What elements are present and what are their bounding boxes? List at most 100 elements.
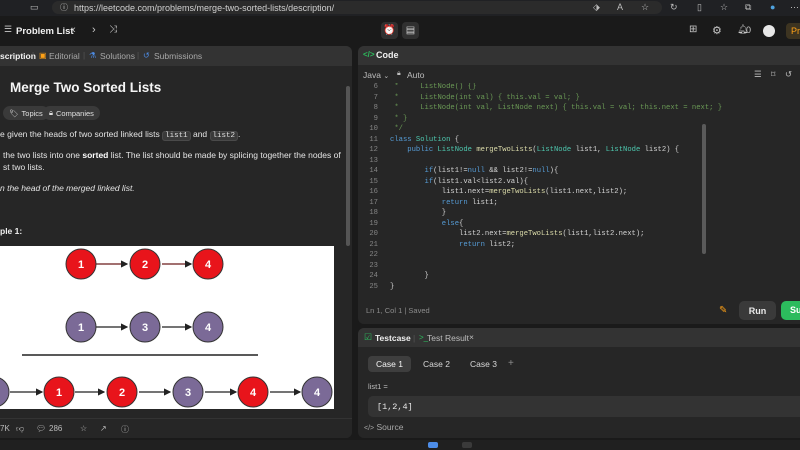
- code-line[interactable]: 7 * ListNode(int val) { this.val = val; …: [358, 94, 798, 105]
- code-line[interactable]: 11 class Solution {: [358, 136, 798, 147]
- description-scrollbar[interactable]: [346, 86, 350, 246]
- line-number: 15: [369, 177, 378, 186]
- code-line[interactable]: 15 if(list1.val<list2.val){: [358, 178, 798, 189]
- thumbs-down-icon[interactable]: 👎︎: [16, 424, 24, 434]
- avatar[interactable]: [763, 25, 775, 37]
- code-line[interactable]: 23: [358, 262, 798, 273]
- tab-icon[interactable]: ▭: [30, 2, 39, 13]
- next-problem-icon[interactable]: ›: [92, 24, 96, 36]
- line-number: 9: [373, 114, 378, 123]
- code-icon: </>: [363, 50, 375, 59]
- taskbar-app-icon[interactable]: [428, 442, 438, 448]
- tab-testcase[interactable]: Testcase: [375, 333, 411, 343]
- text-size-icon[interactable]: A: [617, 2, 623, 12]
- reset-icon[interactable]: ↺: [785, 69, 792, 80]
- add-case-button[interactable]: +: [508, 358, 514, 369]
- node-1-row3: 1: [43, 376, 75, 408]
- mode-label[interactable]: Auto: [407, 70, 425, 80]
- copilot-icon[interactable]: ●: [770, 2, 775, 12]
- comments-count[interactable]: 286: [49, 424, 62, 433]
- description-line-2: the two lists into one sorted list. The …: [3, 150, 341, 160]
- code-lines[interactable]: 6 * ListNode() {} 7 * ListNode(int val) {…: [358, 83, 798, 305]
- info-icon[interactable]: ⓘ: [60, 2, 68, 13]
- taskbar-app-icon[interactable]: [462, 442, 472, 448]
- read-aloud-icon[interactable]: ⬗: [593, 2, 600, 13]
- description-panel: scription | ▣ Editorial | ⚗ Solutions | …: [0, 46, 352, 438]
- companies-chip[interactable]: 🔒︎ Companies: [43, 106, 100, 120]
- language-select[interactable]: Java ⌄: [363, 70, 389, 80]
- code-line[interactable]: 9 * }: [358, 115, 798, 126]
- help-icon[interactable]: ⓘ: [121, 424, 129, 435]
- collections-icon[interactable]: ⧉: [745, 2, 751, 13]
- line-number: 19: [369, 219, 378, 228]
- topics-chip[interactable]: 🏷︎ Topics: [3, 106, 49, 120]
- tab-description[interactable]: scription: [0, 51, 36, 61]
- premium-button[interactable]: Pr: [786, 23, 800, 39]
- source-toggle[interactable]: </> Source: [364, 422, 403, 432]
- code-line[interactable]: 16 list1.next=mergeTwoLists(list1.next,l…: [358, 188, 798, 199]
- bookmark-icon[interactable]: ⌑: [771, 69, 775, 80]
- line-content: if(list1!=null && list2!=null){: [424, 167, 559, 175]
- linked-list-diagram: 1 2 4 1 3 4 1 2 3 4 4: [0, 246, 334, 409]
- split-screen-icon[interactable]: ▯: [697, 2, 702, 13]
- node-2-row3: 2: [106, 376, 138, 408]
- notes-button[interactable]: ▤: [402, 22, 419, 39]
- svg-text:1: 1: [56, 387, 62, 399]
- submit-button[interactable]: Su: [781, 301, 800, 320]
- topics-label: Topics: [21, 108, 43, 118]
- refresh-icon[interactable]: ↻: [670, 2, 678, 13]
- settings-gear-icon[interactable]: ⚙: [712, 24, 722, 37]
- svg-text:1: 1: [78, 322, 84, 334]
- code-line[interactable]: 22: [358, 251, 798, 262]
- tab-solutions[interactable]: Solutions: [100, 51, 135, 61]
- code-line[interactable]: 8 * ListNode(int val, ListNode next) { t…: [358, 104, 798, 115]
- favorites-icon[interactable]: ☆: [720, 2, 728, 13]
- more-icon[interactable]: ⋯: [790, 2, 799, 13]
- code-line[interactable]: 6 * ListNode() {}: [358, 83, 798, 94]
- problem-list-label[interactable]: Problem List: [16, 26, 74, 37]
- tab-submissions[interactable]: Submissions: [154, 51, 202, 61]
- code-line[interactable]: 13: [358, 157, 798, 168]
- line-content: return list1;: [441, 198, 498, 207]
- comment-icon[interactable]: 💬︎: [36, 424, 46, 433]
- share-icon[interactable]: ↗: [100, 424, 107, 433]
- case-tab-3[interactable]: Case 3: [462, 356, 505, 372]
- timer-button[interactable]: ⏰: [381, 22, 398, 39]
- diagram-svg: 1 2 4 1 3 4 1 2 3 4 4: [0, 248, 333, 408]
- favorite-star-icon[interactable]: ☆: [641, 2, 649, 13]
- ai-helper-icon[interactable]: ✎: [719, 305, 727, 316]
- browser-toolbar: ▭ ⓘ https://leetcode.com/problems/merge-…: [0, 0, 800, 16]
- code-line[interactable]: 19 else{: [358, 220, 798, 231]
- address-bar[interactable]: ⓘ https://leetcode.com/problems/merge-tw…: [52, 1, 662, 14]
- format-icon[interactable]: ☰: [754, 69, 762, 80]
- desc-text: list. The list should be made by splicin…: [110, 150, 341, 160]
- line-content: if(list1.val<list2.val){: [424, 177, 529, 186]
- code-line[interactable]: 21 return list2;: [358, 241, 798, 252]
- code-scrollbar[interactable]: [702, 124, 706, 254]
- code-line[interactable]: 24 }: [358, 272, 798, 283]
- code-line[interactable]: 25}: [358, 283, 798, 294]
- line-number: 13: [369, 156, 378, 165]
- code-line[interactable]: 20 list2.next=mergeTwoLists(list1,list2.…: [358, 230, 798, 241]
- code-line[interactable]: 10 */: [358, 125, 798, 136]
- lock-icon: 🔒︎: [397, 70, 401, 77]
- list1-input[interactable]: [1,2,4]: [368, 396, 800, 417]
- likes-count[interactable]: 7K: [0, 424, 10, 433]
- layout-icon[interactable]: ⊞: [689, 24, 697, 35]
- favorite-star-icon[interactable]: ☆: [80, 424, 87, 433]
- problem-list-icon[interactable]: ☰: [4, 24, 12, 35]
- close-icon[interactable]: ×: [469, 332, 474, 342]
- prev-problem-icon[interactable]: ‹: [72, 24, 76, 36]
- svg-text:2: 2: [142, 259, 148, 271]
- tab-test-result[interactable]: Test Result: [427, 333, 469, 343]
- code-line[interactable]: 17 return list1;: [358, 199, 798, 210]
- case-tab-1[interactable]: Case 1: [368, 356, 411, 372]
- code-line[interactable]: 14 if(list1!=null && list2!=null){: [358, 167, 798, 178]
- line-number: 20: [369, 230, 378, 238]
- case-tab-2[interactable]: Case 2: [415, 356, 458, 372]
- code-line[interactable]: 12 public ListNode mergeTwoLists(ListNod…: [358, 146, 798, 157]
- run-button[interactable]: Run: [739, 301, 776, 320]
- tab-editorial[interactable]: Editorial: [49, 51, 80, 61]
- code-line[interactable]: 18 }: [358, 209, 798, 220]
- shuffle-icon[interactable]: ⤨: [109, 24, 117, 35]
